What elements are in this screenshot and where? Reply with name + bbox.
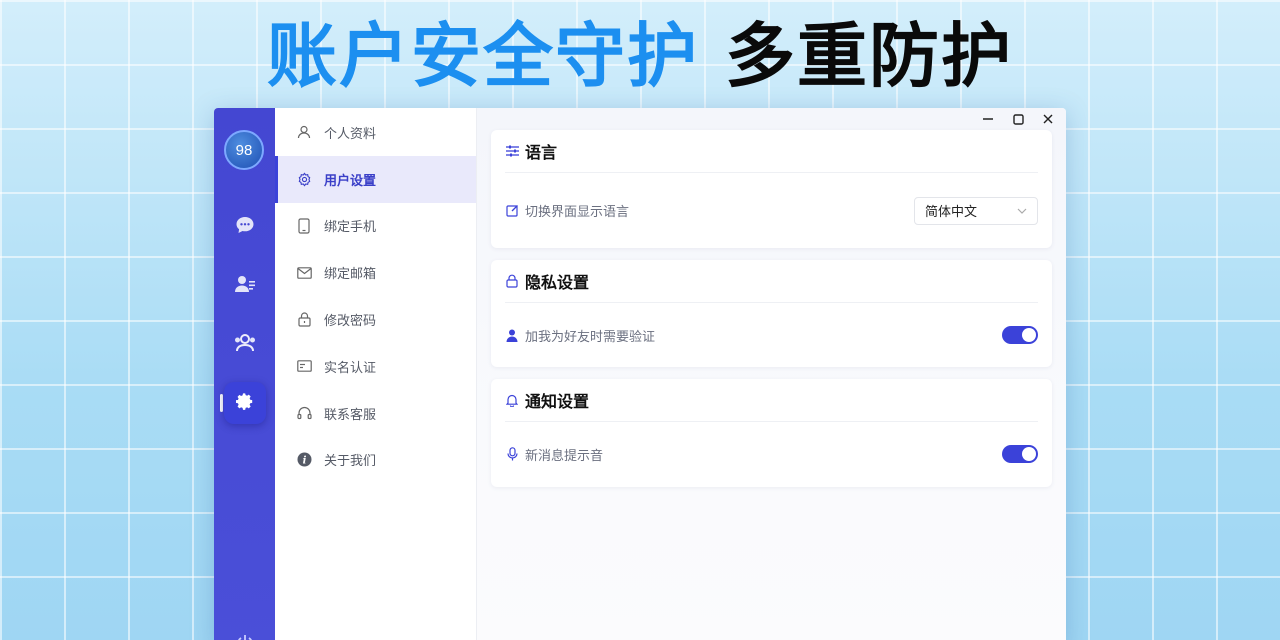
settings-icon (296, 171, 312, 187)
language-row: 切换界面显示语言 简体中文 (505, 173, 1038, 248)
lock-icon (505, 274, 519, 288)
notification-card: 通知设置 新消息提示音 (491, 379, 1052, 487)
group-icon[interactable] (224, 322, 266, 364)
language-select[interactable]: 简体中文 (914, 196, 1038, 225)
headline-blue-text: 账户安全守护 (267, 14, 699, 97)
friend-verify-row: 加我为好友时需要验证 (505, 303, 1038, 367)
nav-item-support[interactable]: 联系客服 (275, 390, 476, 437)
lock-icon (296, 312, 312, 328)
language-row-label: 切换界面显示语言 (525, 205, 630, 220)
icon-rail: 98 (214, 108, 275, 640)
user-icon (296, 124, 312, 140)
minimize-icon[interactable] (978, 110, 998, 128)
headline-black-text: 多重防护 (725, 14, 1013, 97)
language-select-value: 简体中文 (925, 205, 978, 220)
language-card-title: 语言 (525, 143, 558, 162)
nav-item-label: 绑定手机 (324, 220, 377, 236)
nav-item-label: 关于我们 (324, 454, 377, 470)
message-sound-toggle[interactable] (1002, 445, 1038, 463)
nav-item-label: 修改密码 (324, 314, 377, 330)
nav-item-label: 绑定邮箱 (324, 267, 377, 283)
message-sound-row: 新消息提示音 (505, 422, 1038, 486)
mail-icon (296, 265, 312, 281)
rail-active-indicator (220, 394, 223, 412)
microphone-icon (505, 447, 519, 461)
settings-content: 语言 切换界面显示语言 简体中文 隐私设置 加我为好友时需要验证 通知设置 新消… (477, 108, 1066, 640)
contact-card-icon[interactable] (224, 263, 266, 305)
nav-item-change-password[interactable]: 修改密码 (275, 296, 476, 343)
app-window: 98 个人资料 用户设置 绑定手机 绑定邮箱 修改密码 实名认证 联系客服 i … (214, 108, 1066, 640)
nav-item-real-name[interactable]: 实名认证 (275, 343, 476, 390)
sliders-icon (505, 144, 519, 158)
nav-item-label: 用户设置 (324, 173, 377, 189)
maximize-icon[interactable] (1008, 110, 1028, 128)
id-card-icon (296, 358, 312, 374)
privacy-card-header: 隐私设置 (505, 260, 1038, 303)
chat-icon[interactable] (224, 204, 266, 246)
close-icon[interactable] (1038, 110, 1058, 128)
promo-headline: 账户安全守护 多重防护 (0, 8, 1280, 97)
language-card: 语言 切换界面显示语言 简体中文 (491, 130, 1052, 248)
privacy-card-title: 隐私设置 (525, 273, 590, 292)
friend-verify-toggle[interactable] (1002, 326, 1038, 344)
bell-icon (505, 393, 519, 407)
chevron-down-icon (1017, 203, 1027, 218)
nav-item-bind-phone[interactable]: 绑定手机 (275, 203, 476, 250)
headset-icon (296, 405, 312, 421)
avatar[interactable]: 98 (224, 130, 264, 170)
nav-item-profile[interactable]: 个人资料 (275, 109, 476, 156)
nav-item-label: 实名认证 (324, 360, 377, 376)
svg-text:i: i (302, 456, 306, 467)
nav-item-bind-email[interactable]: 绑定邮箱 (275, 249, 476, 296)
nav-item-label: 个人资料 (324, 126, 377, 142)
nav-item-user-settings[interactable]: 用户设置 (275, 155, 476, 203)
power-icon[interactable] (236, 634, 254, 640)
window-controls (978, 110, 1058, 128)
nav-item-about[interactable]: i 关于我们 (275, 437, 476, 484)
privacy-card: 隐私设置 加我为好友时需要验证 (491, 260, 1052, 367)
edit-icon (505, 204, 519, 218)
user-icon (505, 328, 519, 342)
settings-nav: 个人资料 用户设置 绑定手机 绑定邮箱 修改密码 实名认证 联系客服 i 关于我 (275, 108, 477, 640)
gear-icon[interactable] (224, 382, 266, 424)
notification-card-title: 通知设置 (525, 392, 590, 411)
friend-verify-label: 加我为好友时需要验证 (525, 329, 656, 345)
language-card-header: 语言 (505, 130, 1038, 173)
message-sound-label: 新消息提示音 (525, 448, 604, 464)
notification-card-header: 通知设置 (505, 379, 1038, 422)
info-icon: i (296, 452, 312, 468)
phone-icon (296, 218, 312, 234)
nav-item-label: 联系客服 (324, 407, 377, 423)
